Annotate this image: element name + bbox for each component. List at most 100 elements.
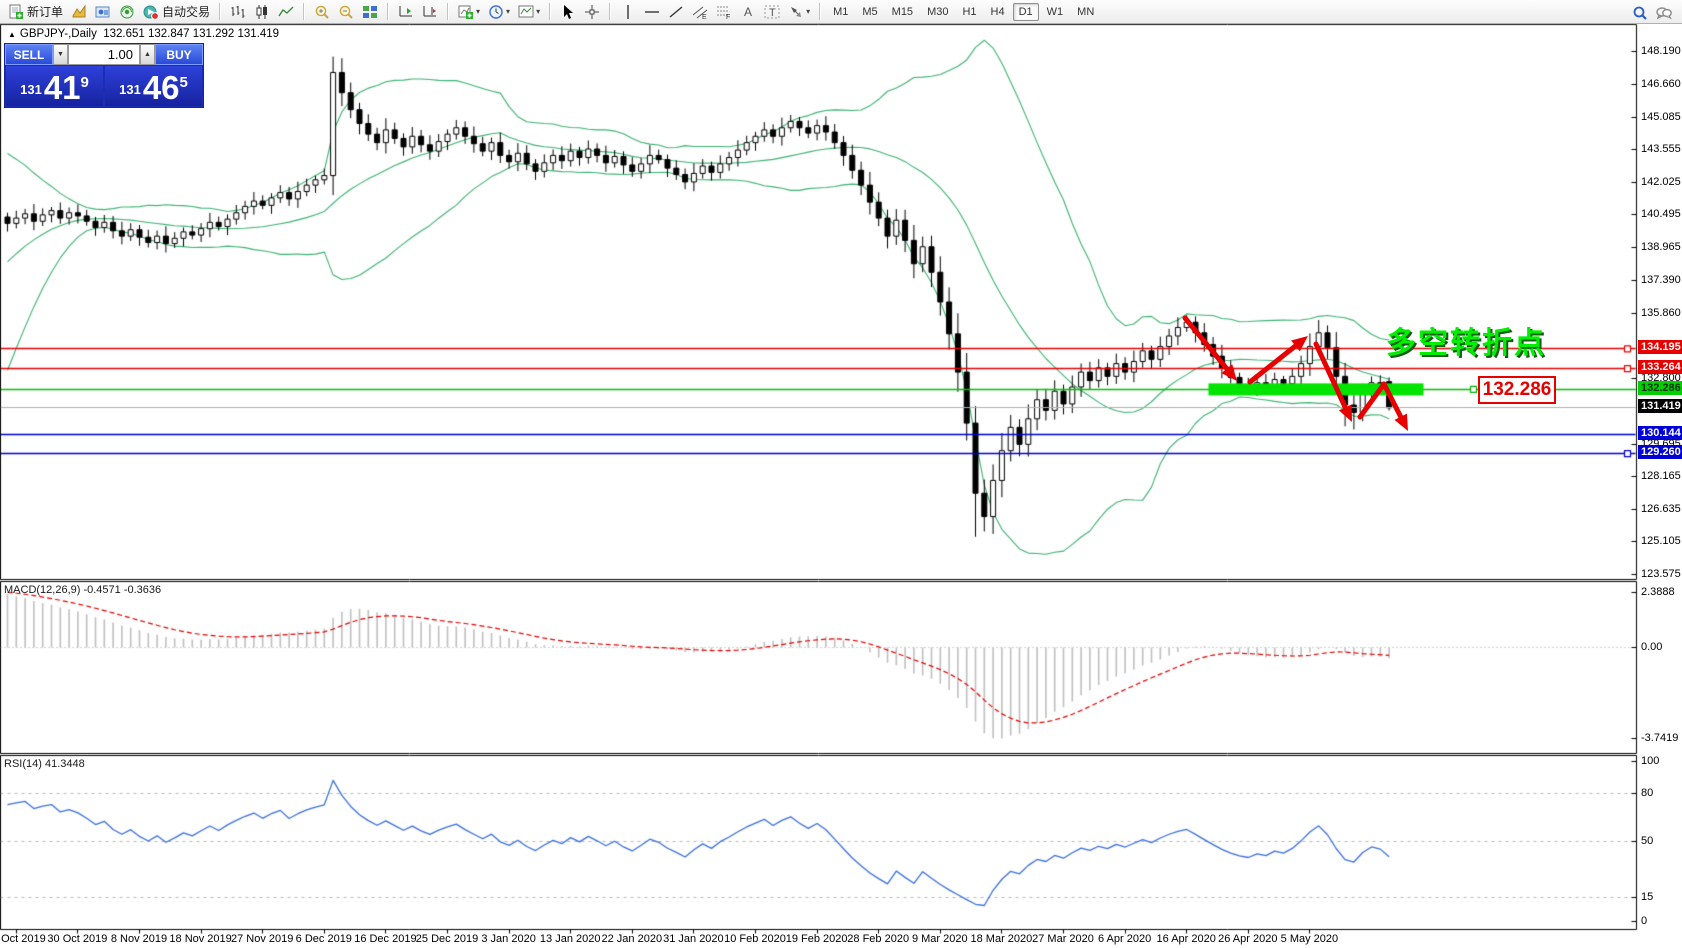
timeframe-button-h4[interactable]: H4 xyxy=(985,3,1011,21)
new-order-button[interactable]: 新订单 xyxy=(4,1,67,23)
macd-axis-tick: 2.3888 xyxy=(1641,586,1675,598)
chart-canvas[interactable] xyxy=(0,0,1682,948)
timeframe-group: M1 M5 M15 M30 H1 H4 D1 W1 MN xyxy=(826,1,1101,23)
cursor-icon xyxy=(560,4,576,20)
date-axis-tick: 30 Oct 2019 xyxy=(47,933,108,945)
bar-chart-button[interactable] xyxy=(226,1,250,23)
macd-axis-tick: -3.7419 xyxy=(1641,732,1679,744)
toolbar-separator xyxy=(447,3,450,20)
price-axis-tick: 142.025 xyxy=(1641,175,1681,188)
macd-label: MACD(12,26,9) -0.4571 -0.3636 xyxy=(4,584,162,596)
cursor-button[interactable] xyxy=(556,1,580,23)
candlestick-chart-button[interactable] xyxy=(250,1,274,23)
buy-price-tile[interactable]: 131 46 5 xyxy=(105,66,202,106)
level-price-label[interactable]: 132.286 xyxy=(1478,376,1556,404)
price-line-badge: 130.144 xyxy=(1638,426,1682,441)
symbol-expander-icon[interactable]: ▲ xyxy=(8,30,16,39)
sell-price-tile[interactable]: 131 41 9 xyxy=(6,66,103,106)
timeframe-button-d1[interactable]: D1 xyxy=(1012,2,1039,21)
date-axis-tick: 27 Nov 2019 xyxy=(230,933,294,945)
chat-icon xyxy=(1656,5,1672,21)
volume-input[interactable]: 1.00 xyxy=(68,44,140,65)
auto-scroll-button[interactable] xyxy=(394,1,418,23)
text-icon: A xyxy=(740,4,756,20)
date-axis-tick: 19 Feb 2020 xyxy=(785,933,848,945)
timeframe-button-m30[interactable]: M30 xyxy=(921,3,954,21)
indicators-button[interactable]: ▾ xyxy=(454,1,484,23)
price-axis-tick: 125.105 xyxy=(1641,535,1681,548)
price-axis-tick: 145.085 xyxy=(1641,110,1681,123)
chat-button[interactable] xyxy=(1652,2,1676,24)
auto-trading-label: 自动交易 xyxy=(162,5,211,19)
zoom-out-button[interactable] xyxy=(334,1,358,23)
fibonacci-button[interactable]: F xyxy=(712,1,736,23)
toolbar-separator xyxy=(387,3,390,20)
timeframe-button-m1[interactable]: M1 xyxy=(827,3,854,21)
gold-chart-icon xyxy=(71,3,87,20)
buy-price-point: 5 xyxy=(179,74,188,91)
market-watch-button[interactable] xyxy=(91,1,115,23)
date-axis-tick: 6 Dec 2019 xyxy=(295,933,352,945)
svg-text:F: F xyxy=(726,14,730,20)
date-axis-tick: 31 Jan 2020 xyxy=(663,933,724,945)
trendline-button[interactable] xyxy=(664,1,688,23)
new-order-icon xyxy=(8,4,24,20)
mt4-window: 新订单 自动交易 ▾ ▾ ▾ E F A T ▾ M1 M5 M15 M30 H… xyxy=(0,0,1682,948)
chart-shift-button[interactable] xyxy=(418,1,442,23)
signal-icon xyxy=(119,4,135,20)
tile-windows-button[interactable] xyxy=(358,1,382,23)
text-label-button[interactable]: T xyxy=(760,1,784,23)
equidistant-channel-button[interactable]: E xyxy=(688,1,712,23)
price-axis-tick: 143.555 xyxy=(1641,143,1681,156)
line-chart-button[interactable] xyxy=(274,1,298,23)
price-line-badge: 131.419 xyxy=(1638,399,1682,414)
zoom-out-icon xyxy=(338,4,354,20)
toolbar-separator xyxy=(303,3,306,20)
sell-button[interactable]: SELL xyxy=(5,44,53,65)
price-axis-tick: 148.190 xyxy=(1641,45,1681,57)
date-axis-tick: 18 Mar 2020 xyxy=(970,933,1033,945)
auto-trading-button[interactable]: 自动交易 xyxy=(139,1,214,23)
periods-button[interactable]: ▾ xyxy=(484,1,514,23)
search-button[interactable] xyxy=(1628,2,1652,24)
price-line-badge: 129.260 xyxy=(1638,445,1682,460)
chart-window-button[interactable] xyxy=(67,1,91,23)
date-axis-tick: 16 Apr 2020 xyxy=(1156,933,1216,945)
fibonacci-icon: F xyxy=(716,4,732,21)
dropdown-caret-icon: ▾ xyxy=(506,7,511,16)
svg-text:A: A xyxy=(744,5,752,19)
volume-decrease-button[interactable]: ▼ xyxy=(53,44,68,65)
timeframe-button-m15[interactable]: M15 xyxy=(886,3,919,21)
vertical-line-button[interactable] xyxy=(616,1,640,23)
templates-button[interactable]: ▾ xyxy=(514,1,544,23)
sell-price-big-figure: 131 xyxy=(20,82,42,97)
timeframe-button-h1[interactable]: H1 xyxy=(956,3,982,21)
crosshair-icon xyxy=(584,4,600,20)
zoom-in-button[interactable] xyxy=(310,1,334,23)
horizontal-line-icon xyxy=(644,4,660,20)
price-axis-tick: 128.165 xyxy=(1641,470,1681,483)
navigator-button[interactable] xyxy=(115,1,139,23)
timeframe-button-w1[interactable]: W1 xyxy=(1041,3,1070,21)
volume-increase-button[interactable]: ▲ xyxy=(140,44,155,65)
sell-price-pips: 41 xyxy=(43,69,81,106)
price-axis-tick: 137.390 xyxy=(1641,274,1681,287)
horizontal-line-button[interactable] xyxy=(640,1,664,23)
price-axis-tick: 146.660 xyxy=(1641,77,1681,90)
text-button[interactable]: A xyxy=(736,1,760,23)
template-icon xyxy=(518,4,534,20)
date-axis-tick: 27 Mar 2020 xyxy=(1032,933,1094,945)
bar-chart-icon xyxy=(230,4,246,20)
timeframe-button-mn[interactable]: MN xyxy=(1071,3,1100,21)
date-axis-tick: 9 Mar 2020 xyxy=(911,933,968,945)
arrows-tool-button[interactable]: ▾ xyxy=(784,1,814,23)
crosshair-button[interactable] xyxy=(580,1,604,23)
turning-point-annotation[interactable]: 多空转折点 xyxy=(1386,318,1546,362)
trendline-icon xyxy=(668,4,684,20)
tile-windows-icon xyxy=(362,4,378,20)
one-click-trading-panel: SELL ▼ 1.00 ▲ BUY 131 41 9 131 46 5 xyxy=(5,44,203,107)
timeframe-button-m5[interactable]: M5 xyxy=(856,3,883,21)
date-axis-tick: 28 Feb 2020 xyxy=(847,933,910,945)
buy-button[interactable]: BUY xyxy=(155,44,203,65)
candlestick-chart-icon xyxy=(254,4,270,20)
